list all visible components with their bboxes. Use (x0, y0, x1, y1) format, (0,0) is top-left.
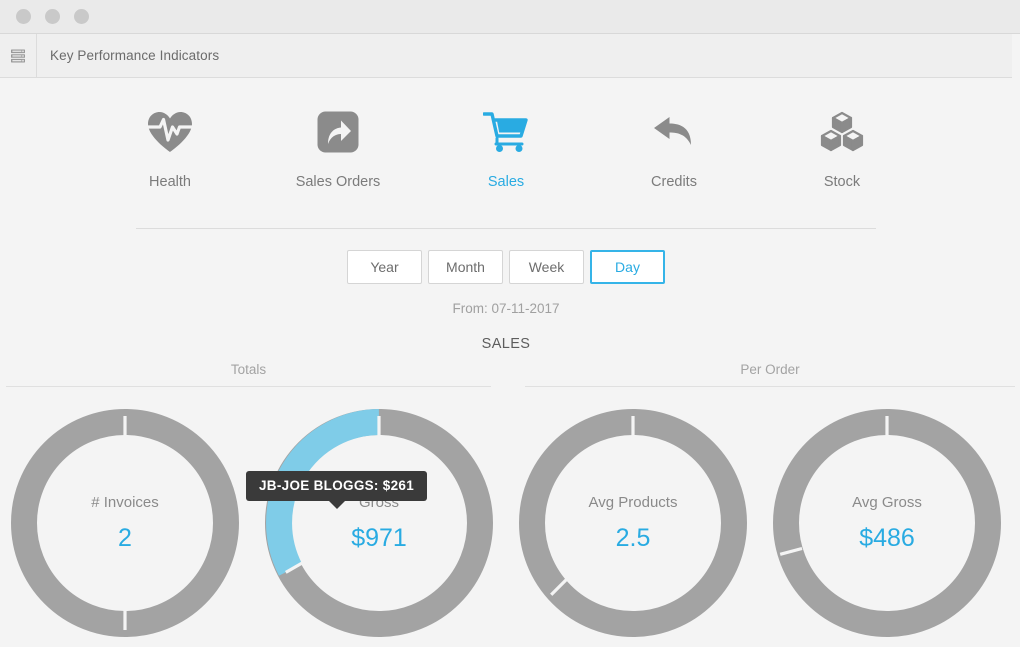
app-toolbar: Key Performance Indicators (0, 33, 1012, 78)
undo-arrow-icon (654, 117, 691, 145)
share-arrow-icon (317, 111, 359, 153)
donut-value-avg-products: 2.5 (615, 523, 651, 552)
group-label-totals: Totals (230, 362, 267, 377)
kpi-nav-label-sales: Sales (487, 174, 525, 190)
group-totals: Totals (6, 362, 491, 387)
group-rule-totals (6, 386, 491, 387)
heartbeat-icon (146, 112, 194, 152)
list-menu-icon (11, 49, 25, 62)
donut-chart-avg-products[interactable]: Avg Products 2.5 (516, 406, 750, 640)
period-button-year[interactable]: Year (347, 250, 422, 284)
donut-avg-gross-center: Avg Gross $486 (770, 406, 1004, 640)
nav-divider (136, 228, 876, 229)
close-dot[interactable] (16, 9, 31, 24)
donut-value-avg-gross: $486 (859, 523, 915, 552)
period-button-week[interactable]: Week (509, 250, 584, 284)
page-title: Key Performance Indicators (50, 48, 220, 63)
donut-chart-avg-gross[interactable]: Avg Gross $486 (770, 406, 1004, 640)
kpi-nav-item-sales-orders[interactable]: Sales Orders (288, 108, 388, 190)
cubes-icon-wrap (818, 108, 866, 156)
kpi-nav-label-sales-orders: Sales Orders (295, 174, 381, 190)
section-title: SALES (481, 336, 531, 352)
kpi-nav-item-sales[interactable]: Sales (456, 108, 556, 190)
group-per-order: Per Order (525, 362, 1015, 387)
content-area: Health Sales Orders Sales Credits Stock … (0, 78, 1015, 647)
kpi-nav-item-stock[interactable]: Stock (792, 108, 892, 190)
period-selector: Year Month Week Day (0, 250, 1012, 284)
period-button-month[interactable]: Month (428, 250, 503, 284)
window-titlebar (0, 0, 1020, 34)
kpi-nav-label-health: Health (149, 174, 191, 190)
app-window: Key Performance Indicators Health Sales … (0, 0, 1020, 647)
group-label-per-order: Per Order (740, 362, 800, 377)
chart-tooltip: JB-JOE BLOGGS: $261 (246, 471, 427, 509)
from-date-label: From: 07-11-2017 (452, 301, 560, 316)
undo-arrow-icon-wrap (651, 108, 697, 156)
minimize-dot[interactable] (45, 9, 60, 24)
donut-title-avg-products: Avg Products (588, 493, 678, 511)
heartbeat-icon-wrap (146, 108, 194, 156)
group-rule-per-order (525, 386, 1015, 387)
donut-value-gross: $971 (351, 523, 407, 552)
period-button-day[interactable]: Day (590, 250, 665, 284)
kpi-nav-item-credits[interactable]: Credits (624, 108, 724, 190)
donut-value-invoices: 2 (118, 523, 132, 552)
donut-title-invoices: # Invoices (91, 493, 159, 511)
cubes-icon (820, 111, 864, 152)
share-arrow-icon-wrap (316, 108, 360, 156)
donut-gross-center: Gross $971 (262, 406, 496, 640)
kpi-nav-item-health[interactable]: Health (120, 108, 220, 190)
maximize-dot[interactable] (74, 9, 89, 24)
group-headers: Totals Per Order (0, 362, 1015, 404)
shopping-cart-icon (483, 112, 528, 152)
shopping-cart-icon-wrap (483, 108, 529, 156)
donut-chart-invoices[interactable]: # Invoices 2 (8, 406, 242, 640)
donut-avg-products-center: Avg Products 2.5 (516, 406, 750, 640)
kpi-nav-label-credits: Credits (651, 174, 697, 190)
donut-chart-gross[interactable]: Gross $971 (262, 406, 496, 640)
donut-title-avg-gross: Avg Gross (852, 493, 922, 511)
donut-invoices-center: # Invoices 2 (8, 406, 242, 640)
kpi-nav-label-stock: Stock (823, 174, 861, 190)
donut-chart-row: # Invoices 2 Gross $971 Avg Products 2.5… (0, 406, 1012, 640)
kpi-nav: Health Sales Orders Sales Credits Stock (0, 78, 1012, 190)
menu-button[interactable] (0, 33, 37, 78)
